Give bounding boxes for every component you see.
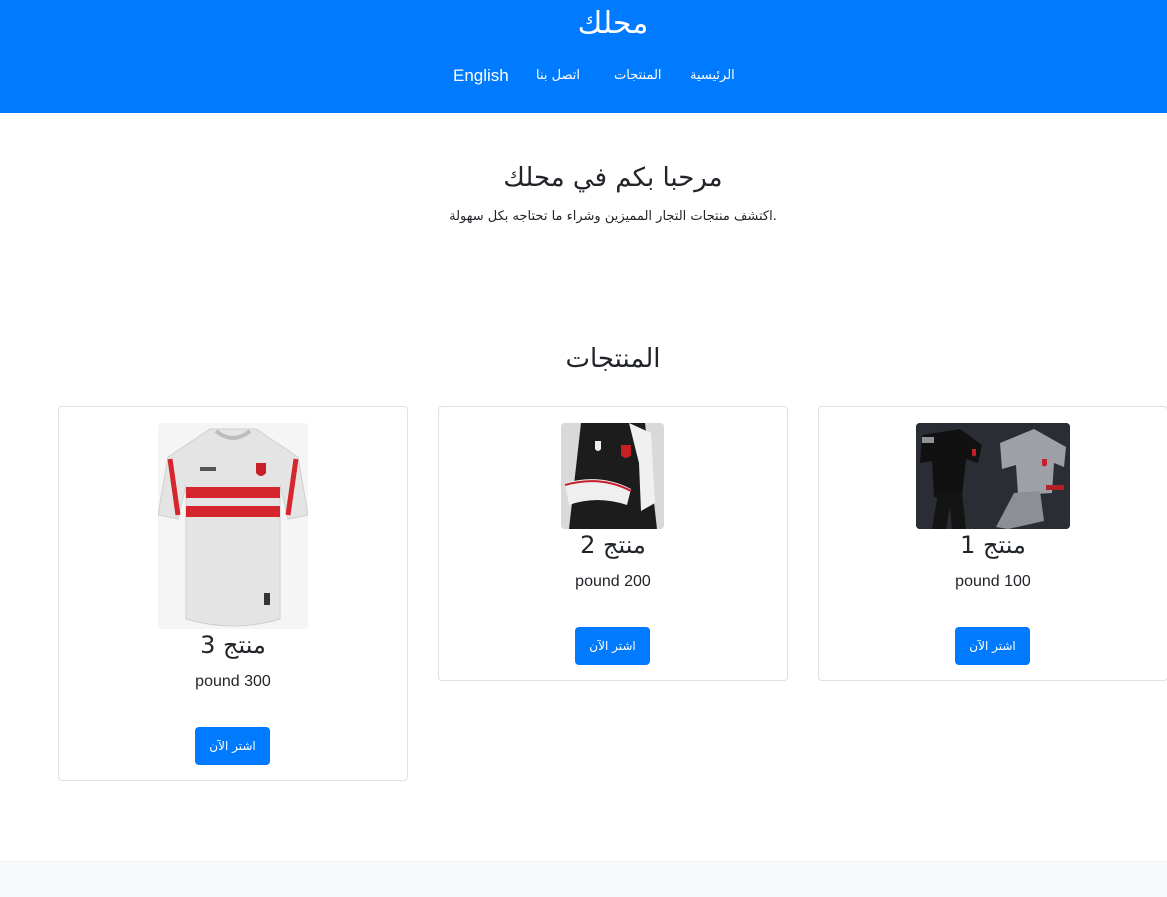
jersey-image[interactable] [158, 423, 308, 629]
jacket-image[interactable] [561, 423, 664, 529]
buy-now-button[interactable]: اشتر الآن [955, 627, 1030, 665]
products-section-title: المنتجات [565, 344, 661, 374]
hero-subtitle: اكتشف منتجات التجار المميزين وشراء ما تح… [449, 209, 777, 224]
product-price: pound 100 [955, 573, 1031, 590]
hero-title: مرحبا بكم في محلك [503, 163, 723, 193]
product-price: pound 200 [575, 573, 651, 590]
product-name: منتج 2 [580, 531, 646, 559]
product-name: منتج 3 [200, 631, 266, 659]
main-nav: الرئيسية المنتجات اتصل بنا English [0, 64, 1167, 88]
nav-home-link[interactable]: الرئيسية [690, 64, 735, 88]
buy-now-button[interactable]: اشتر الآن [195, 727, 270, 765]
nav-contact-link[interactable]: اتصل بنا [536, 64, 580, 88]
product-name: منتج 1 [960, 531, 1026, 559]
tracksuit-image[interactable] [916, 423, 1070, 529]
product-price: pound 300 [195, 673, 271, 690]
site-header: محلك الرئيسية المنتجات اتصل بنا English [0, 0, 1167, 113]
product-card-1: منتج 1 pound 100 اشتر الآن [818, 406, 1167, 681]
site-footer [0, 861, 1167, 897]
nav-products-link[interactable]: المنتجات [614, 64, 662, 88]
product-card-2: منتج 2 pound 200 اشتر الآن [438, 406, 788, 681]
product-card-3: منتج 3 pound 300 اشتر الآن [58, 406, 408, 781]
site-title[interactable]: محلك [0, 2, 1167, 46]
buy-now-button[interactable]: اشتر الآن [575, 627, 650, 665]
language-switch-link[interactable]: English [453, 64, 509, 88]
